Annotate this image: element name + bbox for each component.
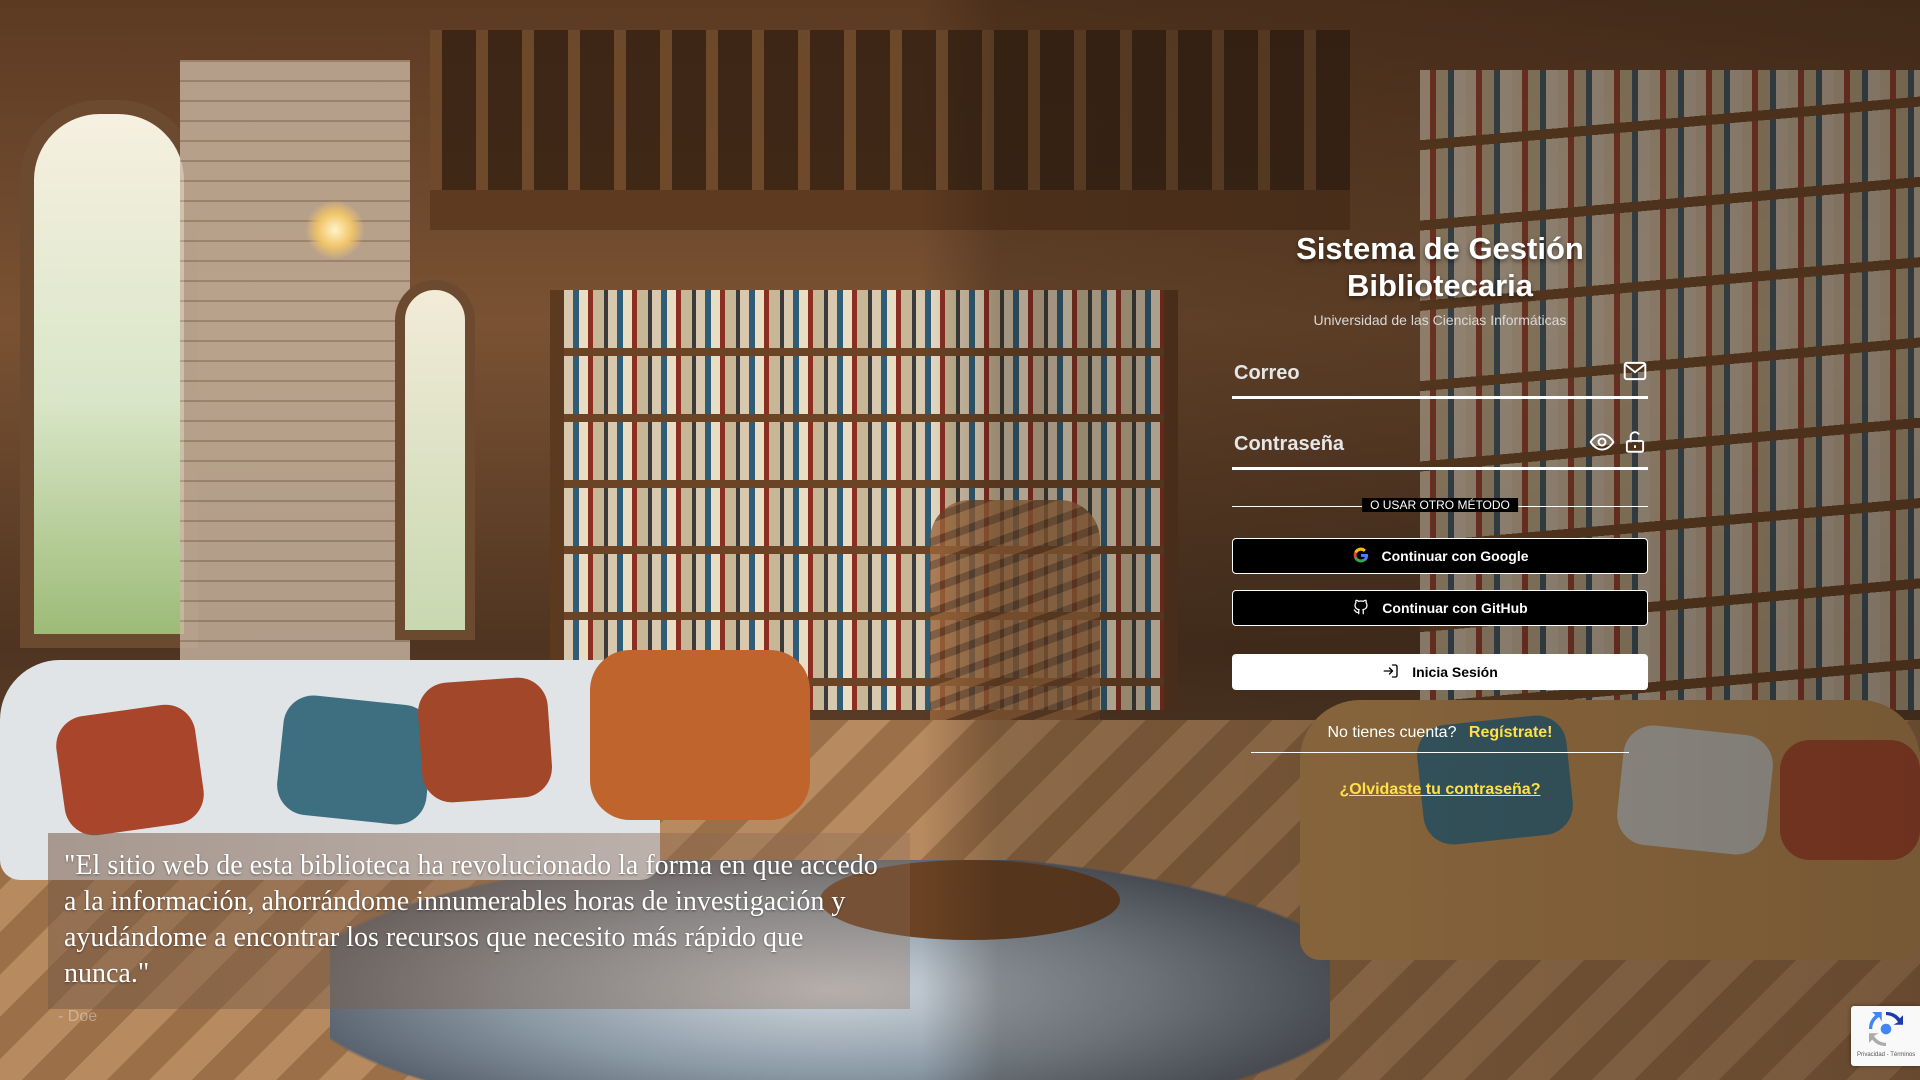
login-panel: Sistema de Gestión Bibliotecaria Univers… bbox=[1232, 230, 1648, 799]
testimonial-author: - Doe bbox=[58, 1008, 98, 1025]
email-field-container bbox=[1232, 352, 1648, 399]
testimonial-quote: "El sitio web de esta biblioteca ha revo… bbox=[64, 850, 878, 989]
google-icon bbox=[1352, 546, 1370, 567]
separator: O USAR OTRO MÉTODO bbox=[1232, 496, 1648, 516]
forgot-password-link[interactable]: ¿Olvidaste tu contraseña? bbox=[1232, 781, 1648, 799]
github-icon bbox=[1352, 598, 1370, 619]
unlock-icon bbox=[1622, 429, 1648, 455]
mail-icon bbox=[1622, 358, 1648, 384]
eye-icon[interactable] bbox=[1589, 429, 1615, 455]
password-input[interactable] bbox=[1232, 423, 1566, 465]
separator-label: O USAR OTRO MÉTODO bbox=[1362, 498, 1518, 512]
github-login-label: Continuar con GitHub bbox=[1382, 600, 1528, 616]
signup-row: No tienes cuenta? Regístrate! bbox=[1251, 724, 1629, 753]
login-icon bbox=[1382, 662, 1400, 683]
no-account-text: No tienes cuenta? bbox=[1327, 724, 1457, 741]
google-login-button[interactable]: Continuar con Google bbox=[1232, 538, 1648, 574]
google-login-label: Continuar con Google bbox=[1381, 548, 1529, 564]
page-subtitle: Universidad de las Ciencias Informáticas bbox=[1313, 312, 1567, 328]
title-line-2: Bibliotecaria bbox=[1346, 268, 1534, 303]
login-button[interactable]: Inicia Sesión bbox=[1232, 654, 1648, 690]
recaptcha-links[interactable]: Privacidad - Términos bbox=[1857, 1052, 1915, 1058]
github-login-button[interactable]: Continuar con GitHub bbox=[1232, 590, 1648, 626]
register-link[interactable]: Regístrate! bbox=[1469, 724, 1553, 741]
recaptcha-badge[interactable]: Privacidad - Términos bbox=[1851, 1006, 1920, 1066]
title-line-1: Sistema de Gestión bbox=[1296, 231, 1584, 266]
page-title: Sistema de Gestión Bibliotecaria bbox=[1232, 230, 1648, 304]
email-input[interactable] bbox=[1232, 352, 1566, 394]
login-button-label: Inicia Sesión bbox=[1412, 664, 1498, 680]
password-field-container bbox=[1232, 423, 1648, 470]
